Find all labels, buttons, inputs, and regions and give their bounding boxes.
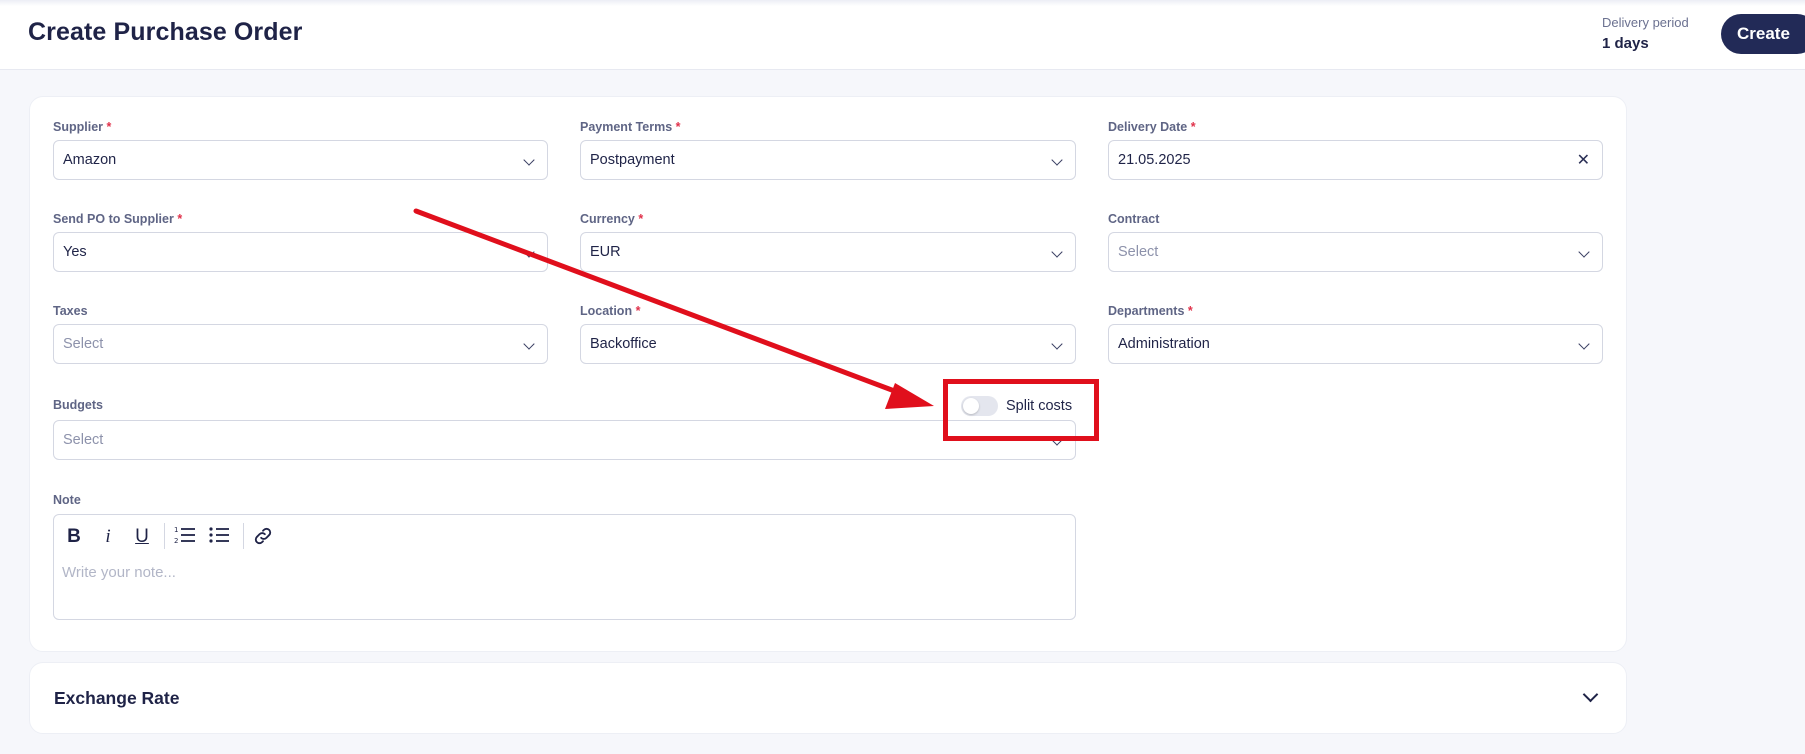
departments-select[interactable]: Administration [1108,324,1603,364]
annotation-highlight-box [943,379,1099,441]
supplier-value: Amazon [63,152,117,168]
page-title: Create Purchase Order [28,18,303,46]
contract-label: Contract [1108,212,1160,226]
chevron-down-icon [1578,246,1590,258]
note-label: Note [53,493,81,507]
note-placeholder: Write your note... [62,564,176,581]
link-icon[interactable] [251,525,275,549]
underline-icon[interactable]: U [130,525,154,549]
delivery-period-value: 1 days [1602,35,1649,52]
send-po-select[interactable]: Yes [53,232,548,272]
budgets-select[interactable]: Select [53,420,1076,460]
bullet-list-icon[interactable] [207,525,231,549]
payment-terms-select[interactable]: Postpayment [580,140,1076,180]
italic-icon[interactable]: i [96,525,120,549]
supplier-select[interactable]: Amazon [53,140,548,180]
location-value: Backoffice [590,336,657,352]
send-po-label: Send PO to Supplier * [53,212,183,226]
budgets-label: Budgets [53,398,103,412]
taxes-placeholder: Select [63,336,104,352]
chevron-down-icon [1051,246,1063,258]
chevron-down-icon [523,154,535,166]
ordered-list-icon[interactable]: 12 [173,525,197,549]
chevron-down-icon [1578,338,1590,350]
delivery-period-label: Delivery period [1602,15,1689,30]
top-bar: Create Purchase Order Delivery period 1 … [0,0,1805,70]
location-label: Location * [580,304,641,318]
chevron-down-icon[interactable] [1582,686,1599,703]
exchange-rate-title: Exchange Rate [54,688,180,708]
toolbar-divider [243,523,244,549]
delivery-date-input[interactable]: 21.05.2025 ✕ [1108,140,1603,180]
chevron-down-icon [523,246,535,258]
create-button[interactable]: Create [1721,14,1805,54]
supplier-label: Supplier * [53,120,112,134]
exchange-rate-section[interactable]: Exchange Rate [29,662,1627,734]
note-editor[interactable]: B i U 12 Write your note... [53,514,1076,620]
send-po-value: Yes [63,244,87,260]
top-bar-shadow [0,0,1805,6]
delivery-period: Delivery period 1 days [1602,15,1689,52]
departments-value: Administration [1118,336,1210,352]
payment-terms-value: Postpayment [590,152,675,168]
currency-select[interactable]: EUR [580,232,1076,272]
currency-value: EUR [590,244,621,260]
contract-select[interactable]: Select [1108,232,1603,272]
taxes-label: Taxes [53,304,88,318]
budgets-placeholder: Select [63,432,104,448]
chevron-down-icon [1051,338,1063,350]
delivery-date-label: Delivery Date * [1108,120,1196,134]
clear-icon[interactable]: ✕ [1577,150,1590,170]
chevron-down-icon [1051,154,1063,166]
contract-placeholder: Select [1118,244,1159,260]
currency-label: Currency * [580,212,644,226]
svg-text:1: 1 [174,526,178,534]
delivery-date-value: 21.05.2025 [1118,152,1191,168]
taxes-select[interactable]: Select [53,324,548,364]
payment-terms-label: Payment Terms * [580,120,681,134]
location-select[interactable]: Backoffice [580,324,1076,364]
svg-text:2: 2 [174,537,178,545]
bold-icon[interactable]: B [62,525,86,549]
chevron-down-icon [523,338,535,350]
departments-label: Departments * [1108,304,1193,318]
toolbar-divider [164,523,165,549]
